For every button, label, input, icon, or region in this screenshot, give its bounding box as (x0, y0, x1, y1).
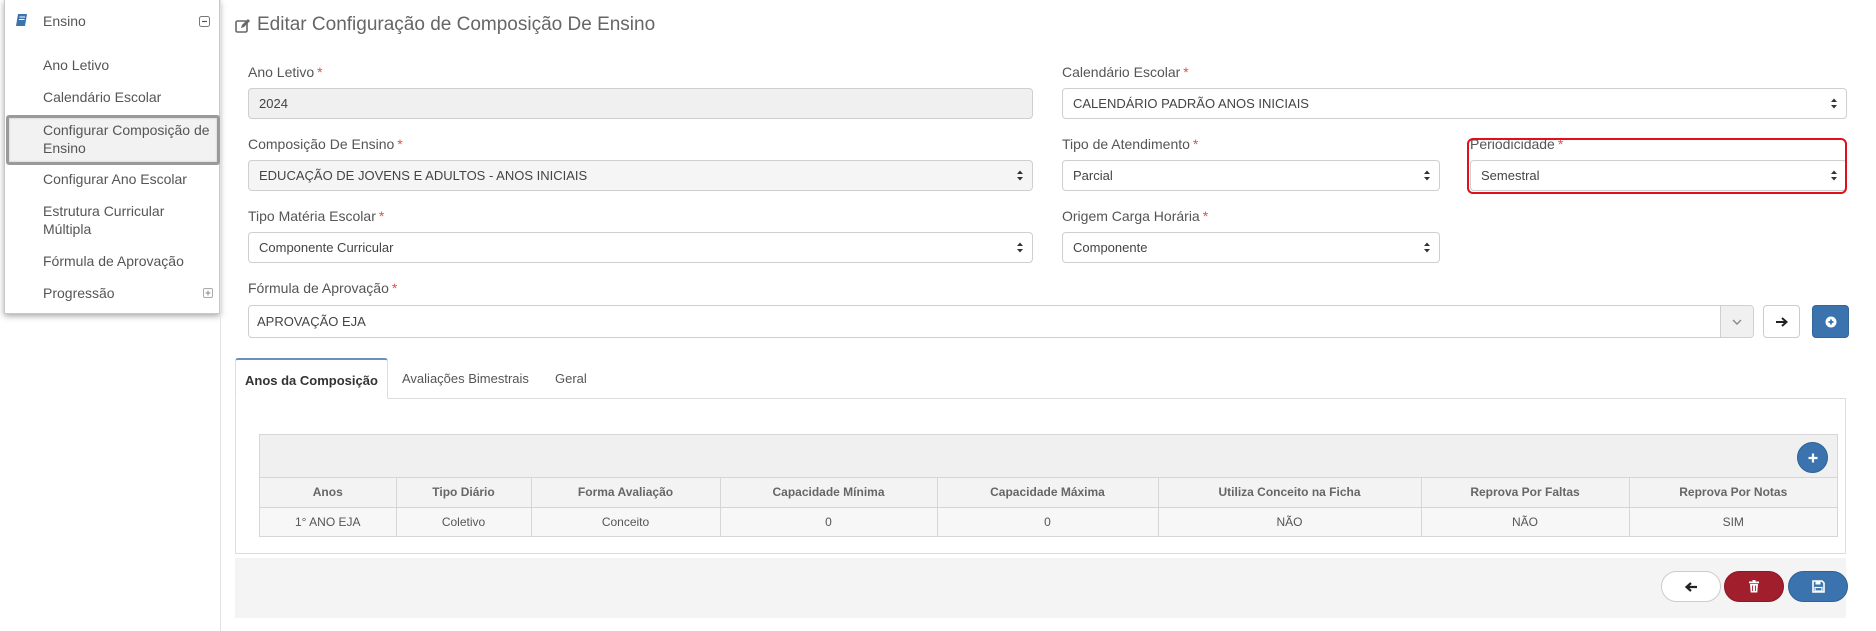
plus-circle-icon (1825, 316, 1836, 327)
tab-avaliacoes-bimestrais[interactable]: Avaliações Bimestrais (393, 358, 538, 399)
periodicidade-highlight (1467, 138, 1847, 194)
tab-anos-composicao[interactable]: Anos da Composição (235, 358, 388, 399)
chevron-updown-icon (1017, 242, 1023, 253)
table-cell: Coletivo (396, 507, 532, 536)
sidebar-header-title: Ensino (43, 13, 86, 29)
tab-geral[interactable]: Geral (546, 358, 596, 399)
tab-bar: Anos da Composição Avaliações Bimestrais… (235, 358, 1846, 399)
sidebar-divider (220, 0, 221, 631)
sidebar-item-label-cont: Ensino (43, 140, 86, 156)
formula-aprovacao-combobox[interactable]: APROVAÇÃO EJA (248, 305, 1754, 338)
sidebar-item-configurar-ano-escolar[interactable]: Configurar Ano Escolar (43, 170, 187, 188)
tipo-materia-select[interactable]: Componente Curricular (248, 232, 1033, 263)
add-row-button[interactable] (1797, 442, 1828, 473)
book-icon (16, 14, 27, 26)
plus-icon (1808, 453, 1818, 463)
page-title: Editar Configuração de Composição De Ens… (257, 14, 656, 35)
chevron-down-icon (1732, 319, 1742, 325)
sidebar-item-formula-aprovacao[interactable]: Fórmula de Aprovação (43, 252, 184, 270)
label-ano-letivo: Ano Letivo * (248, 64, 323, 80)
minus-square-icon[interactable] (199, 16, 210, 27)
chevron-updown-icon (1424, 170, 1430, 181)
trash-icon (1749, 580, 1759, 593)
table-cell: NÃO (1158, 507, 1422, 536)
column-header-utiliza-conceito[interactable]: Utiliza Conceito na Ficha (1158, 478, 1422, 508)
sidebar-item-label: Configurar Composição de (43, 122, 210, 138)
table-header-row: Anos Tipo Diário Forma Avaliação Capacid… (260, 478, 1837, 508)
label-origem-carga: Origem Carga Horária * (1062, 208, 1209, 224)
chevron-updown-icon (1017, 170, 1023, 181)
formula-dropdown-toggle[interactable] (1720, 306, 1753, 337)
sidebar-header-ensino[interactable]: Ensino (5, 0, 219, 42)
column-header-forma-avaliacao[interactable]: Forma Avaliação (531, 478, 721, 508)
save-icon (1811, 580, 1825, 593)
table-cell: 1° ANO EJA (260, 507, 397, 536)
composicao-ensino-select[interactable]: EDUCAÇÃO DE JOVENS E ADULTOS - ANOS INIC… (248, 160, 1033, 191)
sidebar-item-estrutura-curricular[interactable]: Estrutura Curricular Múltipla (43, 202, 164, 238)
table-cell: Conceito (531, 507, 721, 536)
table-cell: SIM (1629, 507, 1837, 536)
label-calendario-escolar: Calendário Escolar * (1062, 64, 1189, 80)
table-row[interactable]: 1° ANO EJA Coletivo Conceito 0 0 NÃO NÃO… (260, 507, 1837, 536)
column-header-tipo-diario[interactable]: Tipo Diário (396, 478, 532, 508)
ano-letivo-field[interactable]: 2024 (248, 88, 1033, 119)
chevron-updown-icon (1831, 98, 1837, 109)
anos-composicao-table: Anos Tipo Diário Forma Avaliação Capacid… (259, 434, 1838, 537)
calendario-escolar-select[interactable]: CALENDÁRIO PADRÃO ANOS INICIAIS (1062, 88, 1847, 119)
tipo-atendimento-select[interactable]: Parcial (1062, 160, 1440, 191)
label-composicao-ensino: Composição De Ensino * (248, 136, 403, 152)
sidebar-item-ano-letivo[interactable]: Ano Letivo (43, 56, 109, 74)
origem-carga-select[interactable]: Componente (1062, 232, 1440, 263)
table-cell: 0 (937, 507, 1159, 536)
chevron-updown-icon (1424, 242, 1430, 253)
label-tipo-materia: Tipo Matéria Escolar * (248, 208, 385, 224)
formula-go-button[interactable] (1763, 305, 1800, 338)
table-cell: NÃO (1421, 507, 1630, 536)
column-header-capacidade-maxima[interactable]: Capacidade Máxima (937, 478, 1159, 508)
arrow-left-icon (1684, 581, 1697, 592)
label-tipo-atendimento: Tipo de Atendimento * (1062, 136, 1199, 152)
sidebar-item-calendario-escolar[interactable]: Calendário Escolar (43, 88, 161, 106)
column-header-reprova-faltas[interactable]: Reprova Por Faltas (1421, 478, 1630, 508)
column-header-anos[interactable]: Anos (260, 478, 397, 508)
sidebar-item-label-cont: Múltipla (43, 221, 92, 237)
delete-button[interactable] (1724, 571, 1784, 602)
sidebar-item-configurar-composicao[interactable]: Configurar Composição de Ensino (43, 121, 210, 157)
sidebar-item-label: Estrutura Curricular (43, 203, 165, 219)
arrow-right-icon (1775, 316, 1788, 327)
data-table: Anos Tipo Diário Forma Avaliação Capacid… (260, 478, 1837, 536)
table-cell: 0 (720, 507, 938, 536)
formula-add-button[interactable] (1812, 305, 1849, 338)
column-header-capacidade-minima[interactable]: Capacidade Mínima (720, 478, 938, 508)
save-button[interactable] (1788, 571, 1848, 602)
table-toolbar (260, 435, 1837, 478)
plus-square-icon[interactable] (203, 288, 213, 298)
back-button[interactable] (1661, 571, 1721, 602)
sidebar-item-progressao[interactable]: Progressão (43, 284, 115, 302)
label-formula-aprovacao: Fórmula de Aprovação * (248, 280, 398, 296)
sidebar: Ensino Ano Letivo Calendário Escolar Con… (4, 0, 220, 314)
form-footer (235, 558, 1846, 618)
column-header-reprova-notas[interactable]: Reprova Por Notas (1629, 478, 1837, 508)
